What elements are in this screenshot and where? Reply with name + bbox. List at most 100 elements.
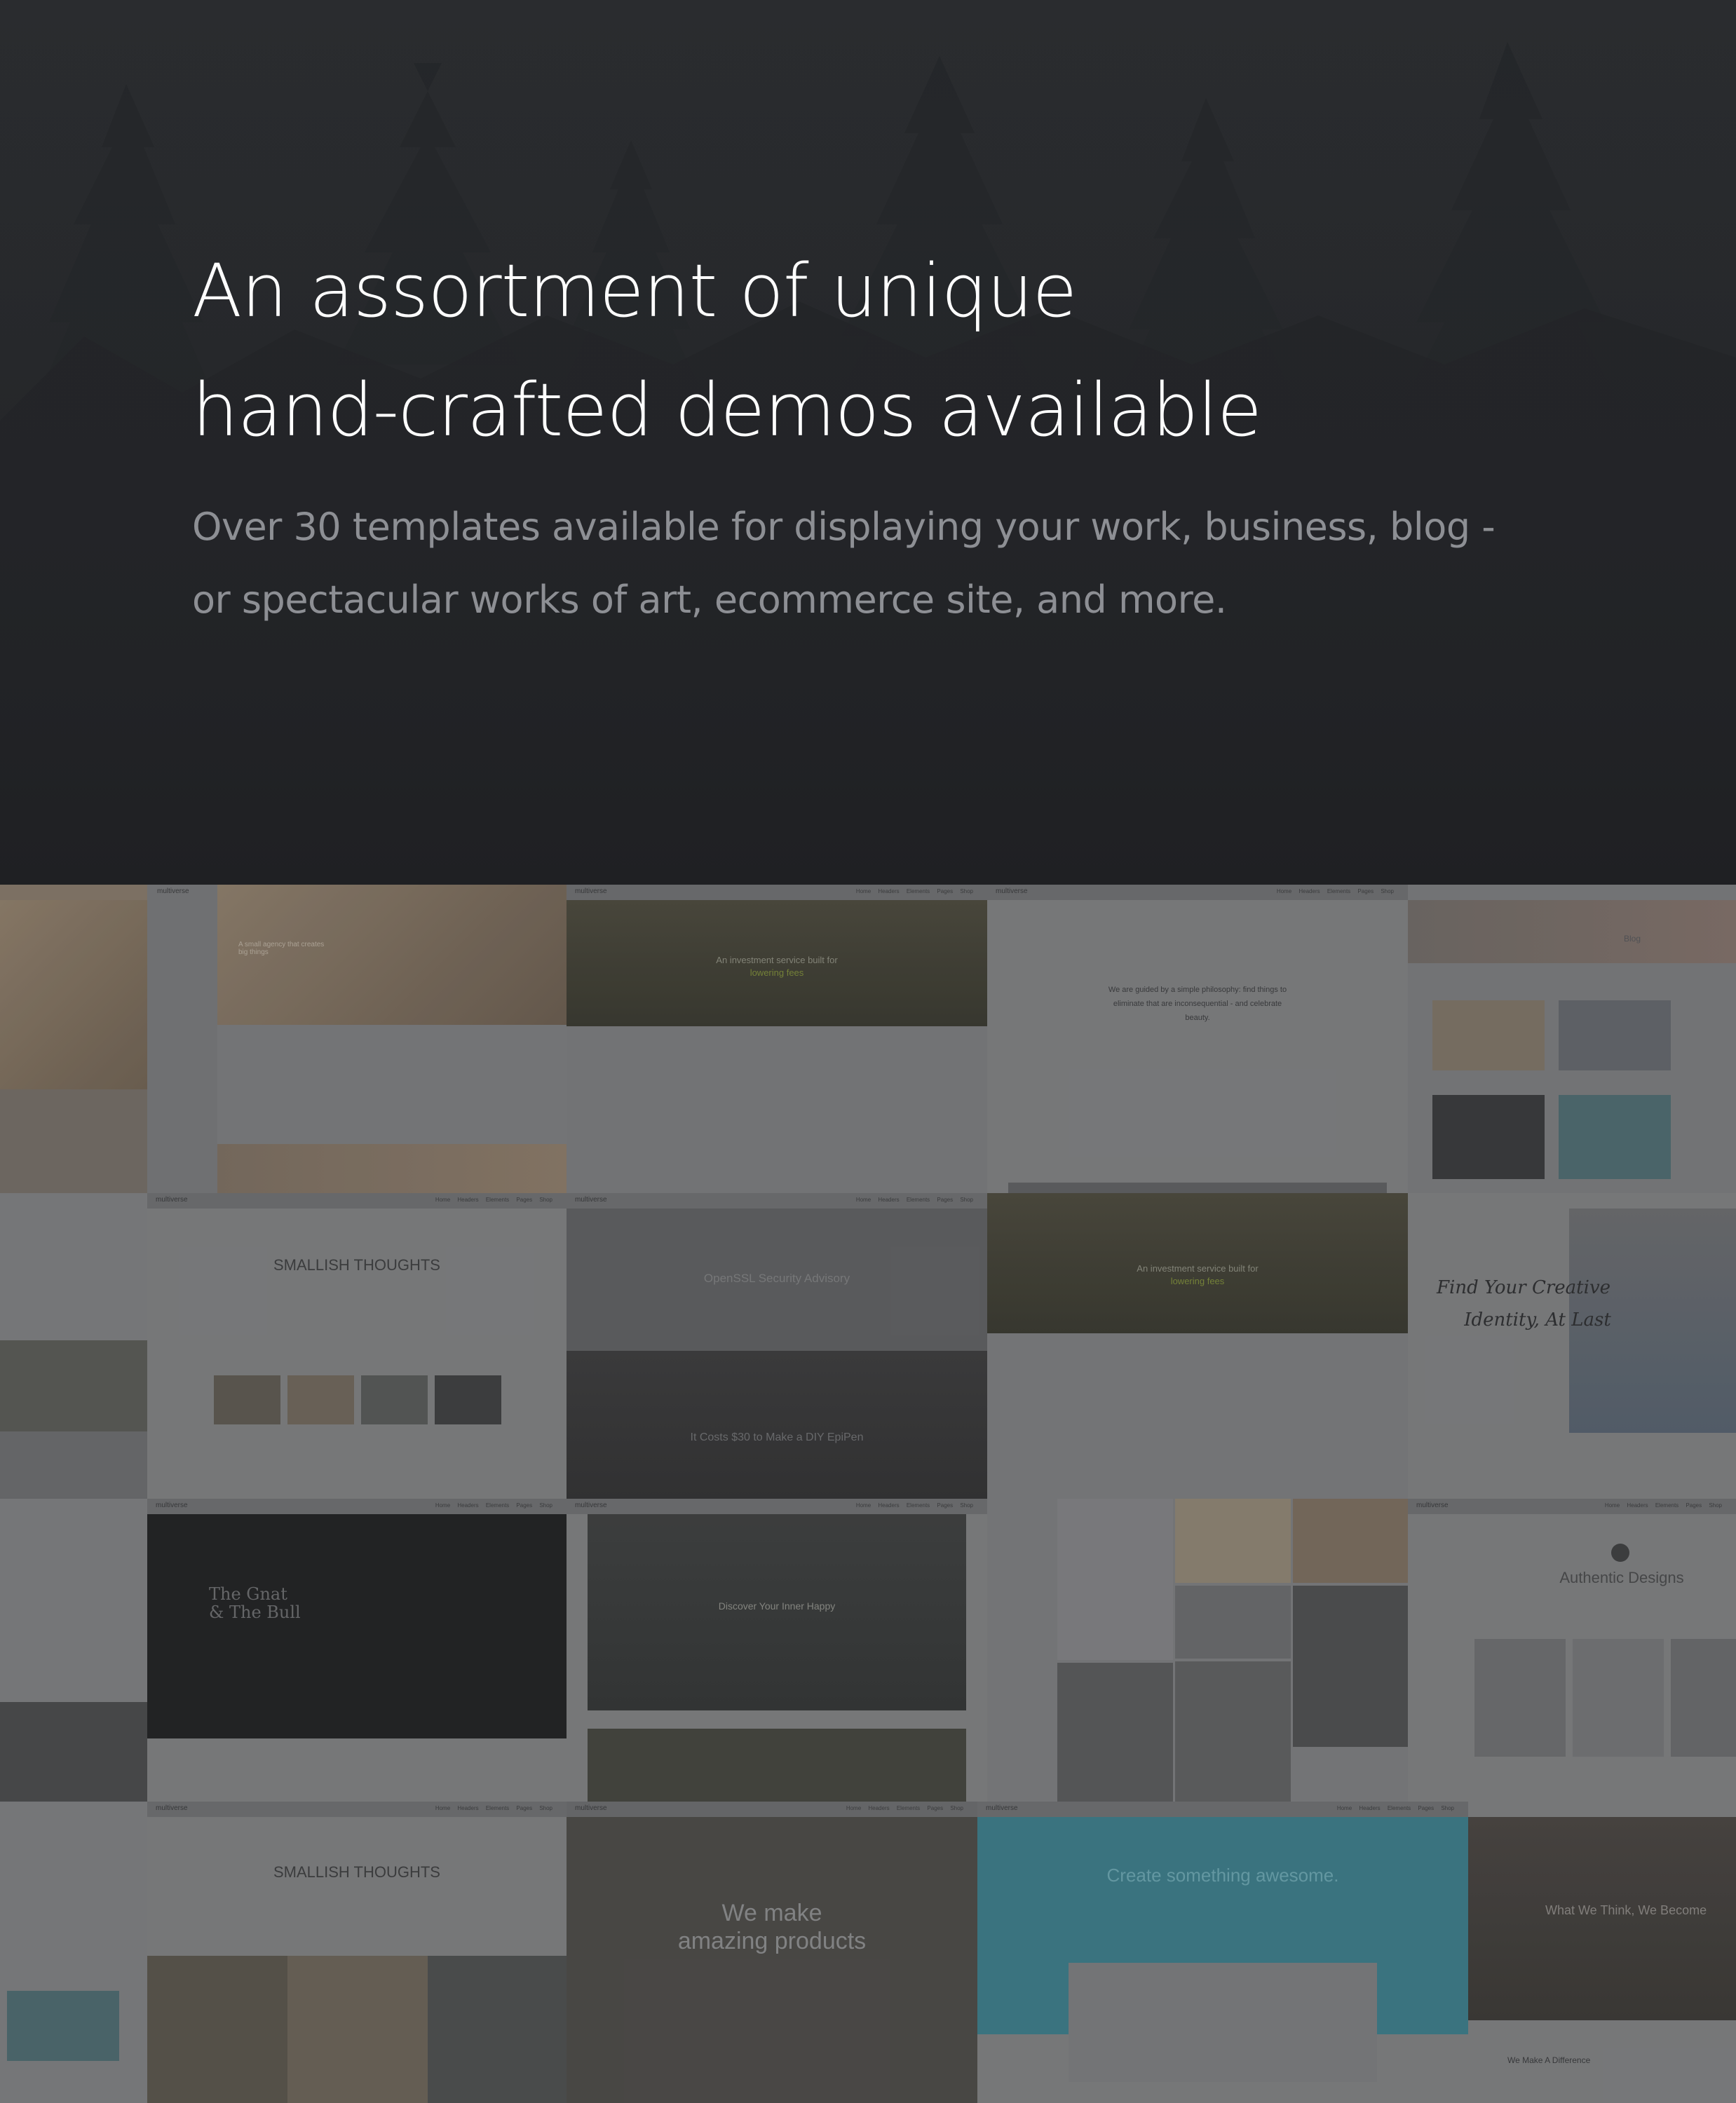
demo-tile-agency[interactable]: multiverse A small agency that creates b… bbox=[147, 885, 567, 1193]
products-logo: multiverse bbox=[575, 1804, 607, 1812]
smallish-2-logo: multiverse bbox=[156, 1804, 188, 1812]
creative-heading-2: Identity, At Last bbox=[1464, 1309, 1611, 1330]
hero-subtitle-line2: or spectacular works of art, ecommerce s… bbox=[192, 578, 1227, 622]
openssl-title: OpenSSL Security Advisory bbox=[703, 1272, 850, 1285]
investment-1-heading: An investment service built for bbox=[716, 955, 838, 965]
smallish-2-grid-1 bbox=[147, 1956, 287, 2103]
openssl-nav: Home Headers Elements Pages Shop bbox=[855, 1197, 973, 1203]
awesome-logo: multiverse bbox=[986, 1804, 1018, 1812]
think-hero-photo bbox=[1468, 1817, 1736, 2020]
creative-heading-1: Find Your Creative bbox=[1436, 1277, 1611, 1298]
investment-2-heading-b: lowering fees bbox=[1170, 1276, 1225, 1286]
demo-tile-left-strip-4[interactable] bbox=[0, 1802, 147, 2103]
products-nav: Home Headers Elements Pages Shop bbox=[846, 1805, 963, 1811]
gnat-logo: multiverse bbox=[156, 1502, 188, 1509]
philosophy-logo: multiverse bbox=[996, 887, 1028, 895]
investment-1-heading-b: lowering fees bbox=[750, 967, 804, 978]
gnat-title-1: The Gnat bbox=[209, 1584, 287, 1604]
authentic-product-2 bbox=[1573, 1639, 1664, 1757]
authentic-logo: multiverse bbox=[1416, 1502, 1449, 1509]
demo-tile-creative[interactable]: Find Your Creative Identity, At Last bbox=[1408, 1193, 1736, 1499]
left-strip-3-photo bbox=[0, 1702, 147, 1802]
authentic-nav: Home Headers Elements Pages Shop bbox=[1604, 1502, 1722, 1509]
gnat-title-2: & The Bull bbox=[209, 1602, 301, 1622]
blog-thumb-3 bbox=[1432, 1095, 1545, 1179]
gallery-img-5 bbox=[1293, 1586, 1408, 1747]
openssl-bike-photo bbox=[567, 1351, 987, 1499]
blog-thumb-4 bbox=[1559, 1095, 1671, 1179]
left-strip-photo-2 bbox=[0, 1431, 147, 1499]
demo-tile-philosophy[interactable]: multiverse Home Headers Elements Pages S… bbox=[987, 885, 1408, 1193]
left-strip-4-photo bbox=[7, 1991, 119, 2061]
gnat-nav: Home Headers Elements Pages Shop bbox=[435, 1502, 552, 1509]
inner-happy-nav: Home Headers Elements Pages Shop bbox=[855, 1502, 973, 1509]
smallish-1-post-2 bbox=[287, 1375, 354, 1424]
demo-tile-blog[interactable]: Blog bbox=[1408, 885, 1736, 1193]
think-title: What We Think, We Become bbox=[1545, 1903, 1707, 1917]
demo-tile-desk[interactable] bbox=[0, 885, 147, 1193]
blog-title: Blog bbox=[1623, 934, 1641, 944]
awesome-nav: Home Headers Elements Pages Shop bbox=[1336, 1805, 1454, 1811]
demo-tile-awesome[interactable]: multiverse Home Headers Elements Pages S… bbox=[977, 1802, 1468, 2103]
demo-tile-openssl[interactable]: multiverse Home Headers Elements Pages S… bbox=[567, 1193, 987, 1499]
hero-subtitle-line1: Over 30 templates available for displayi… bbox=[192, 505, 1496, 549]
products-title-2: amazing products bbox=[677, 1928, 867, 1954]
inner-happy-title: Discover Your Inner Happy bbox=[718, 1600, 836, 1612]
smallish-2-grid-2 bbox=[287, 1956, 428, 2103]
gallery-img-4 bbox=[1175, 1586, 1291, 1659]
demo-tile-investment-2[interactable]: An investment service built for lowering… bbox=[987, 1193, 1408, 1499]
blog-thumb-1 bbox=[1432, 1000, 1545, 1070]
gallery-img-6 bbox=[1057, 1663, 1173, 1802]
gnat-hero bbox=[147, 1514, 567, 1738]
demo-mosaic: multiverse A small agency that creates b… bbox=[0, 885, 1736, 2103]
philosophy-strip bbox=[1008, 1183, 1387, 1193]
demo-tile-gallery[interactable] bbox=[987, 1499, 1408, 1802]
awesome-browser-mockup bbox=[1069, 1963, 1377, 2082]
authentic-product-3 bbox=[1671, 1639, 1736, 1757]
smallish-2-nav: Home Headers Elements Pages Shop bbox=[435, 1805, 552, 1811]
smallish-1-post-3 bbox=[361, 1375, 428, 1424]
smallish-1-nav: Home Headers Elements Pages Shop bbox=[435, 1197, 552, 1203]
demo-tile-think[interactable]: What We Think, We Become We Make A Diffe… bbox=[1468, 1802, 1736, 2103]
gallery-img-1 bbox=[1057, 1499, 1173, 1660]
authentic-title: Authentic Designs bbox=[1559, 1569, 1684, 1586]
agency-heading: A small agency that creates big things bbox=[238, 941, 325, 956]
philosophy-text: We are guided by a simple philosophy: fi… bbox=[1108, 986, 1287, 1022]
investment-2-heading: An investment service built for bbox=[1137, 1263, 1259, 1274]
epipen-title: It Costs $30 to Make a DIY EpiPen bbox=[690, 1431, 864, 1443]
demo-tile-smallish-2[interactable]: multiverse Home Headers Elements Pages S… bbox=[147, 1802, 567, 2103]
blog-thumb-2 bbox=[1559, 1000, 1671, 1070]
hero-subtitle: Over 30 templates available for displayi… bbox=[192, 491, 1559, 637]
blog-hero-photo bbox=[1408, 900, 1736, 963]
smallish-1-post-4 bbox=[435, 1375, 501, 1424]
left-strip-photo-1 bbox=[0, 1340, 147, 1431]
investment-1-nav: Home Headers Elements Pages Shop bbox=[855, 888, 973, 894]
demo-tile-smallish-1[interactable]: multiverse Home Headers Elements Pages S… bbox=[147, 1193, 567, 1499]
hero-section: An assortment of unique hand-crafted dem… bbox=[0, 0, 1736, 885]
desk-photo-lower bbox=[0, 1089, 147, 1193]
products-title-1: We make bbox=[721, 1900, 822, 1926]
demo-tile-products[interactable]: multiverse Home Headers Elements Pages S… bbox=[567, 1802, 977, 2103]
authentic-emblem-icon bbox=[1611, 1544, 1629, 1562]
inner-happy-photo-2 bbox=[588, 1729, 966, 1802]
demo-tile-gnat[interactable]: multiverse Home Headers Elements Pages S… bbox=[147, 1499, 567, 1802]
demo-tile-authentic[interactable]: multiverse Home Headers Elements Pages S… bbox=[1408, 1499, 1736, 1802]
gallery-img-7 bbox=[1175, 1661, 1291, 1802]
demo-tile-left-strip-2[interactable] bbox=[0, 1193, 147, 1499]
desk-photo bbox=[0, 900, 147, 1089]
hero-title: An assortment of unique hand-crafted dem… bbox=[192, 231, 1594, 470]
smallish-2-title: SMALLISH THOUGHTS bbox=[273, 1863, 440, 1881]
agency-photo-bottom bbox=[217, 1144, 567, 1193]
difference-title: We Make A Difference bbox=[1507, 2055, 1591, 2065]
smallish-2-grid-3 bbox=[428, 1956, 567, 2103]
agency-sidebar bbox=[147, 885, 217, 1193]
hero-title-line2: hand-crafted demos available bbox=[192, 367, 1262, 453]
demo-tile-investment-1[interactable]: multiverse Home Headers Elements Pages S… bbox=[567, 885, 987, 1193]
demo-tile-left-strip-3[interactable] bbox=[0, 1499, 147, 1802]
smallish-1-logo: multiverse bbox=[156, 1196, 188, 1204]
awesome-title: Create something awesome. bbox=[1106, 1865, 1339, 1886]
inner-happy-lake-photo bbox=[588, 1514, 966, 1710]
smallish-1-title: SMALLISH THOUGHTS bbox=[273, 1256, 440, 1274]
philosophy-nav: Home Headers Elements Pages Shop bbox=[1276, 888, 1394, 894]
demo-tile-inner-happy[interactable]: multiverse Home Headers Elements Pages S… bbox=[567, 1499, 987, 1802]
